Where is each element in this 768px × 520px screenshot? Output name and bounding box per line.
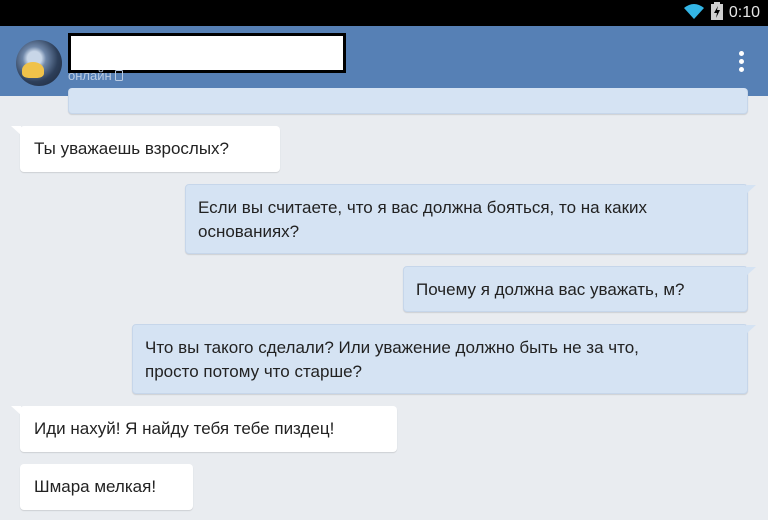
overflow-menu-icon[interactable] [736, 51, 746, 75]
message-text: Ты уважаешь взрослых? [34, 139, 230, 158]
avatar[interactable] [16, 40, 62, 86]
message-text: Иди нахуй! Я найду тебя тебе пиздец! [34, 419, 335, 438]
presence-status: онлайн [68, 68, 124, 83]
status-icons: 0:10 [683, 1, 760, 25]
message-incoming: Иди нахуй! Я найду тебя тебе пиздец! [11, 406, 397, 452]
message-text: Почему я должна вас уважать, м? [416, 280, 685, 299]
message-incoming: Ты уважаешь взрослых? [11, 126, 280, 172]
message-text: Если вы считаете, что я вас должна боять… [198, 198, 648, 241]
status-time: 0:10 [728, 4, 760, 21]
message-text: Что вы такого сделали? Или уважение долж… [145, 338, 639, 381]
status-bar: 0:10 [0, 0, 768, 26]
mobile-icon [115, 68, 124, 83]
chat-header: онлайн [0, 26, 768, 96]
message-text: Шмара мелкая! [34, 477, 157, 496]
message-incoming: Шмара мелкая! [20, 464, 193, 510]
message-outgoing: Если вы считаете, что я вас должна боять… [185, 184, 756, 254]
avatar-image-detail [22, 62, 44, 78]
message-outgoing: Что вы такого сделали? Или уважение долж… [132, 324, 756, 394]
battery-icon [710, 1, 723, 25]
redacted-contact-name [68, 33, 346, 73]
message-outgoing-partial [68, 88, 748, 114]
wifi-icon [683, 2, 705, 25]
message-outgoing: Почему я должна вас уважать, м? [403, 266, 756, 312]
